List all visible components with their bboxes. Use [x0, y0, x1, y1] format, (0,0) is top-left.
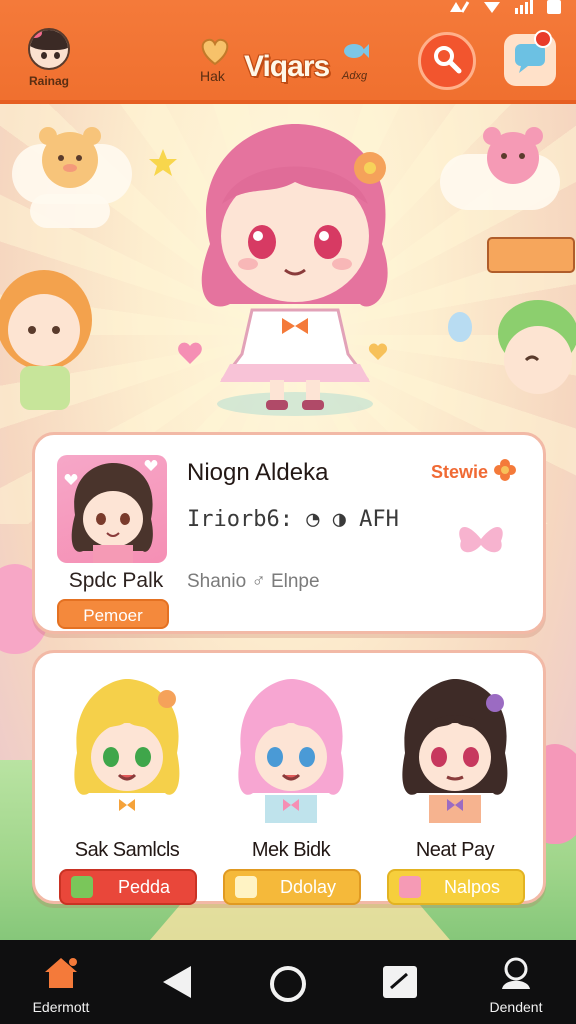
main-character-illustration — [178, 124, 388, 416]
side-character-right — [498, 300, 576, 394]
edit-square-icon — [381, 964, 419, 1005]
friend-action-button[interactable]: Pedda — [59, 869, 197, 905]
friend-avatar — [402, 679, 508, 823]
nav-home-circle[interactable] — [266, 940, 310, 1024]
nav-profile-label: Dendent — [489, 999, 543, 1015]
search-icon — [432, 44, 462, 79]
friend-action-button[interactable]: Nalpos — [387, 869, 525, 905]
home-circle-icon — [268, 964, 308, 1009]
app-sub-right: Adxg — [342, 70, 368, 82]
profile-tagline: Shanio ♂ Elnpe — [187, 571, 320, 592]
pink-bear-icon — [483, 127, 543, 184]
friend-action-button[interactable]: Ddolay — [223, 869, 361, 905]
app-title: Viqars — [244, 50, 330, 83]
wifi-icon — [482, 0, 502, 19]
profile-status: Iriorb6: ◔ ◑ AFH — [187, 507, 399, 532]
nav-home-label: Edermott — [32, 999, 90, 1015]
shop-sign — [487, 237, 575, 273]
avatar — [28, 28, 70, 70]
gift-icon — [71, 876, 93, 898]
friend-item[interactable]: Mek Bidk Ddolay — [213, 673, 369, 905]
friend-name: Neat Pay — [415, 839, 495, 861]
friends-card: Sak Samlcls Pedda Mek Bidk Ddolay Neat P… — [32, 650, 546, 905]
nav-home[interactable]: Edermott — [18, 940, 104, 1024]
search-button[interactable] — [418, 32, 476, 90]
app-logo: Hak Viqars Adxg — [196, 34, 386, 86]
friend-item[interactable]: Neat Pay Nalpos — [377, 673, 533, 905]
friend-avatar — [74, 679, 180, 823]
friend-name: Sak Samlcls — [74, 839, 180, 861]
profile-title: Niogn Aldeka — [187, 459, 329, 486]
chat-button[interactable] — [504, 30, 556, 86]
profile-thumb-label: Spdc Palk — [68, 569, 164, 592]
app-header: Rainag Hak Viqars Adxg — [0, 0, 576, 104]
profile-card[interactable]: Spdc Palk Pemoer Niogn Aldeka Stewie Iri… — [32, 432, 546, 634]
notification-badge — [534, 30, 552, 48]
flower-icon — [494, 459, 517, 486]
follow-button[interactable]: Pemoer — [57, 599, 169, 629]
user-avatar-button[interactable]: Rainag — [18, 28, 80, 88]
nav-profile[interactable]: Dendent — [476, 940, 556, 1024]
fish-icon — [342, 40, 370, 67]
side-character-left — [0, 270, 92, 410]
nav-recent[interactable] — [378, 940, 422, 1024]
profile-action-label: Stewie — [431, 462, 489, 482]
butterfly-icon — [455, 517, 507, 566]
friend-avatar — [238, 679, 344, 823]
avatar-label: Rainag — [28, 74, 69, 88]
friend-action-label: Nalpos — [443, 876, 501, 897]
back-triangle-icon — [159, 964, 193, 1005]
signal-icon — [448, 0, 470, 19]
home-icon — [43, 956, 79, 995]
bottom-navigation: Edermott Dendent — [0, 940, 576, 1024]
heart-icon — [198, 36, 232, 71]
nav-back[interactable] — [152, 940, 200, 1024]
friend-item[interactable]: Sak Samlcls Pedda — [49, 673, 205, 905]
app-sub-left: Hak — [200, 68, 225, 84]
profile-action-link[interactable]: Stewie — [431, 459, 517, 486]
bear-cloud-icon — [39, 127, 101, 188]
thumbs-up-icon — [399, 876, 421, 898]
bars-icon — [514, 0, 534, 19]
profile-icon — [499, 956, 533, 995]
star-icon — [235, 876, 257, 898]
friend-action-label: Ddolay — [279, 876, 337, 897]
profile-thumbnail[interactable] — [57, 455, 167, 563]
status-bar — [448, 0, 562, 18]
battery-icon — [546, 0, 562, 19]
friend-action-label: Pedda — [117, 876, 171, 897]
friend-name: Mek Bidk — [251, 839, 331, 861]
